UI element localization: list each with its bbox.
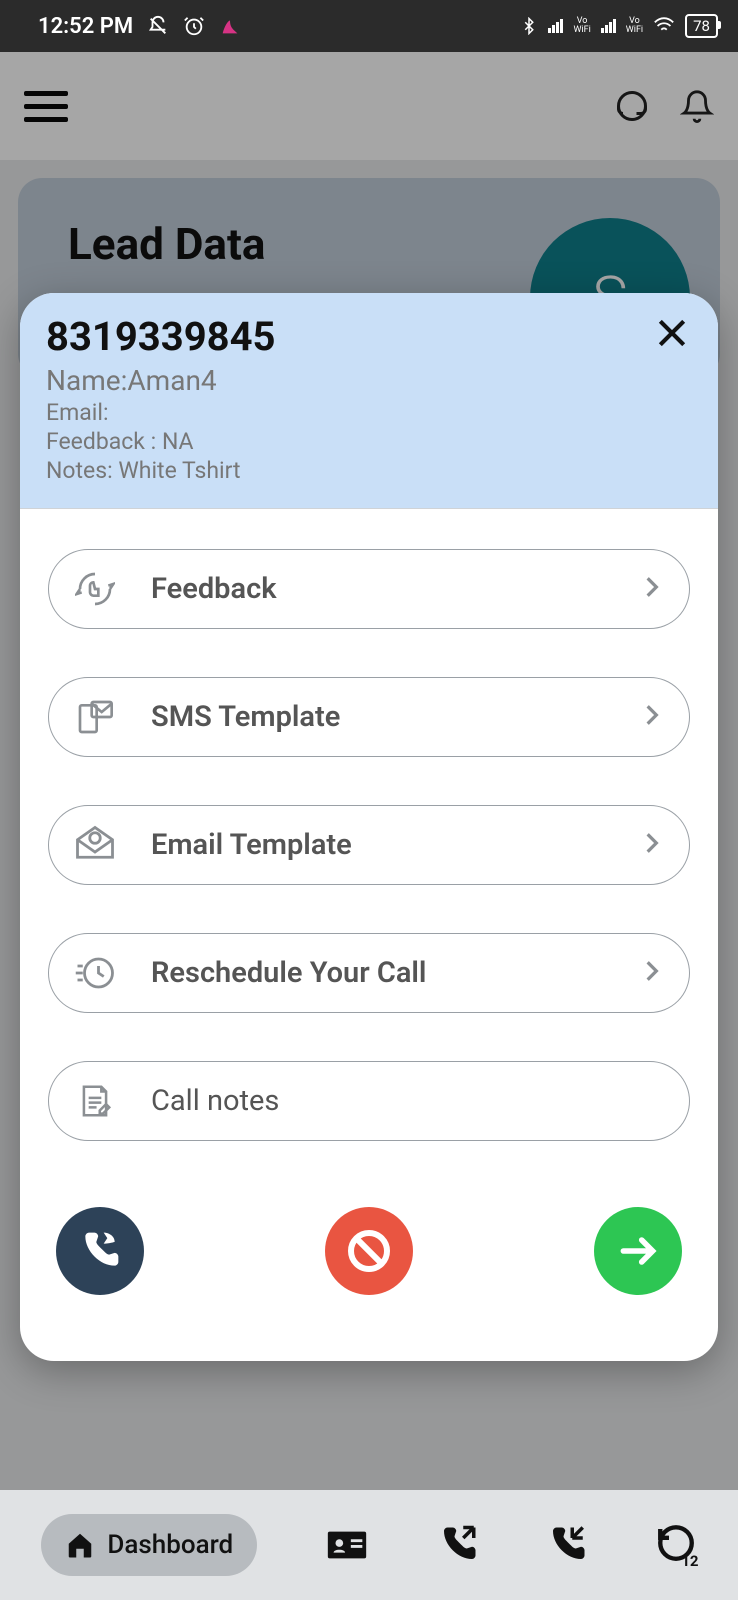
chevron-right-icon bbox=[639, 953, 665, 993]
email-icon bbox=[73, 823, 117, 867]
block-button[interactable] bbox=[325, 1207, 413, 1295]
notes-icon bbox=[73, 1079, 117, 1123]
chevron-right-icon bbox=[639, 697, 665, 737]
nav-dashboard-label: Dashboard bbox=[107, 1530, 233, 1560]
action-sms-template[interactable]: SMS Template bbox=[48, 677, 690, 757]
action-label: SMS Template bbox=[151, 700, 340, 734]
nav-incoming-icon[interactable] bbox=[546, 1524, 588, 1566]
home-icon bbox=[65, 1530, 95, 1560]
action-label: Call notes bbox=[151, 1084, 279, 1118]
reschedule-icon bbox=[73, 951, 117, 995]
nav-outgoing-icon[interactable] bbox=[437, 1524, 479, 1566]
battery-indicator: 78 bbox=[685, 14, 718, 38]
action-label: Feedback bbox=[151, 572, 277, 606]
bluetooth-icon bbox=[520, 17, 538, 35]
alarm-icon bbox=[183, 15, 205, 37]
action-call-notes[interactable]: Call notes bbox=[48, 1061, 690, 1141]
callback-button[interactable] bbox=[56, 1207, 144, 1295]
nav-history[interactable]: 12 bbox=[655, 1522, 697, 1568]
action-label: Reschedule Your Call bbox=[151, 956, 426, 990]
phone-back-icon bbox=[78, 1229, 122, 1273]
lead-action-sheet: 8319339845 Name:Aman4 Email: Feedback : … bbox=[20, 293, 718, 1361]
close-icon bbox=[652, 313, 692, 353]
mute-icon bbox=[147, 15, 169, 37]
lead-feedback: Feedback : NA bbox=[46, 428, 692, 455]
action-feedback[interactable]: Feedback bbox=[48, 549, 690, 629]
next-button[interactable] bbox=[594, 1207, 682, 1295]
signal-icon-2 bbox=[601, 19, 616, 33]
arrow-right-icon bbox=[616, 1229, 660, 1273]
history-badge: 12 bbox=[681, 1552, 698, 1570]
close-button[interactable] bbox=[652, 313, 692, 360]
lead-phone: 8319339845 bbox=[46, 313, 692, 360]
status-bar: 12:52 PM VoWiFi VoWiFi 78 bbox=[0, 0, 738, 52]
lead-email: Email: bbox=[46, 399, 692, 426]
action-label: Email Template bbox=[151, 828, 352, 862]
clock: 12:52 PM bbox=[38, 14, 133, 39]
signal-icon bbox=[548, 19, 563, 33]
nav-contacts-icon[interactable] bbox=[324, 1522, 370, 1568]
app-icon bbox=[219, 15, 241, 37]
block-icon bbox=[345, 1227, 393, 1275]
sheet-header: 8319339845 Name:Aman4 Email: Feedback : … bbox=[20, 293, 718, 509]
chevron-right-icon bbox=[639, 569, 665, 609]
vowifi-label-2: VoWiFi bbox=[626, 17, 643, 35]
wifi-icon bbox=[653, 15, 675, 37]
sms-icon bbox=[73, 695, 117, 739]
feedback-icon bbox=[73, 567, 117, 611]
action-reschedule[interactable]: Reschedule Your Call bbox=[48, 933, 690, 1013]
vowifi-label: VoWiFi bbox=[573, 17, 590, 35]
lead-notes: Notes: White Tshirt bbox=[46, 457, 692, 484]
chevron-right-icon bbox=[639, 825, 665, 865]
lead-name: Name:Aman4 bbox=[46, 364, 692, 397]
action-email-template[interactable]: Email Template bbox=[48, 805, 690, 885]
nav-dashboard[interactable]: Dashboard bbox=[41, 1514, 257, 1576]
